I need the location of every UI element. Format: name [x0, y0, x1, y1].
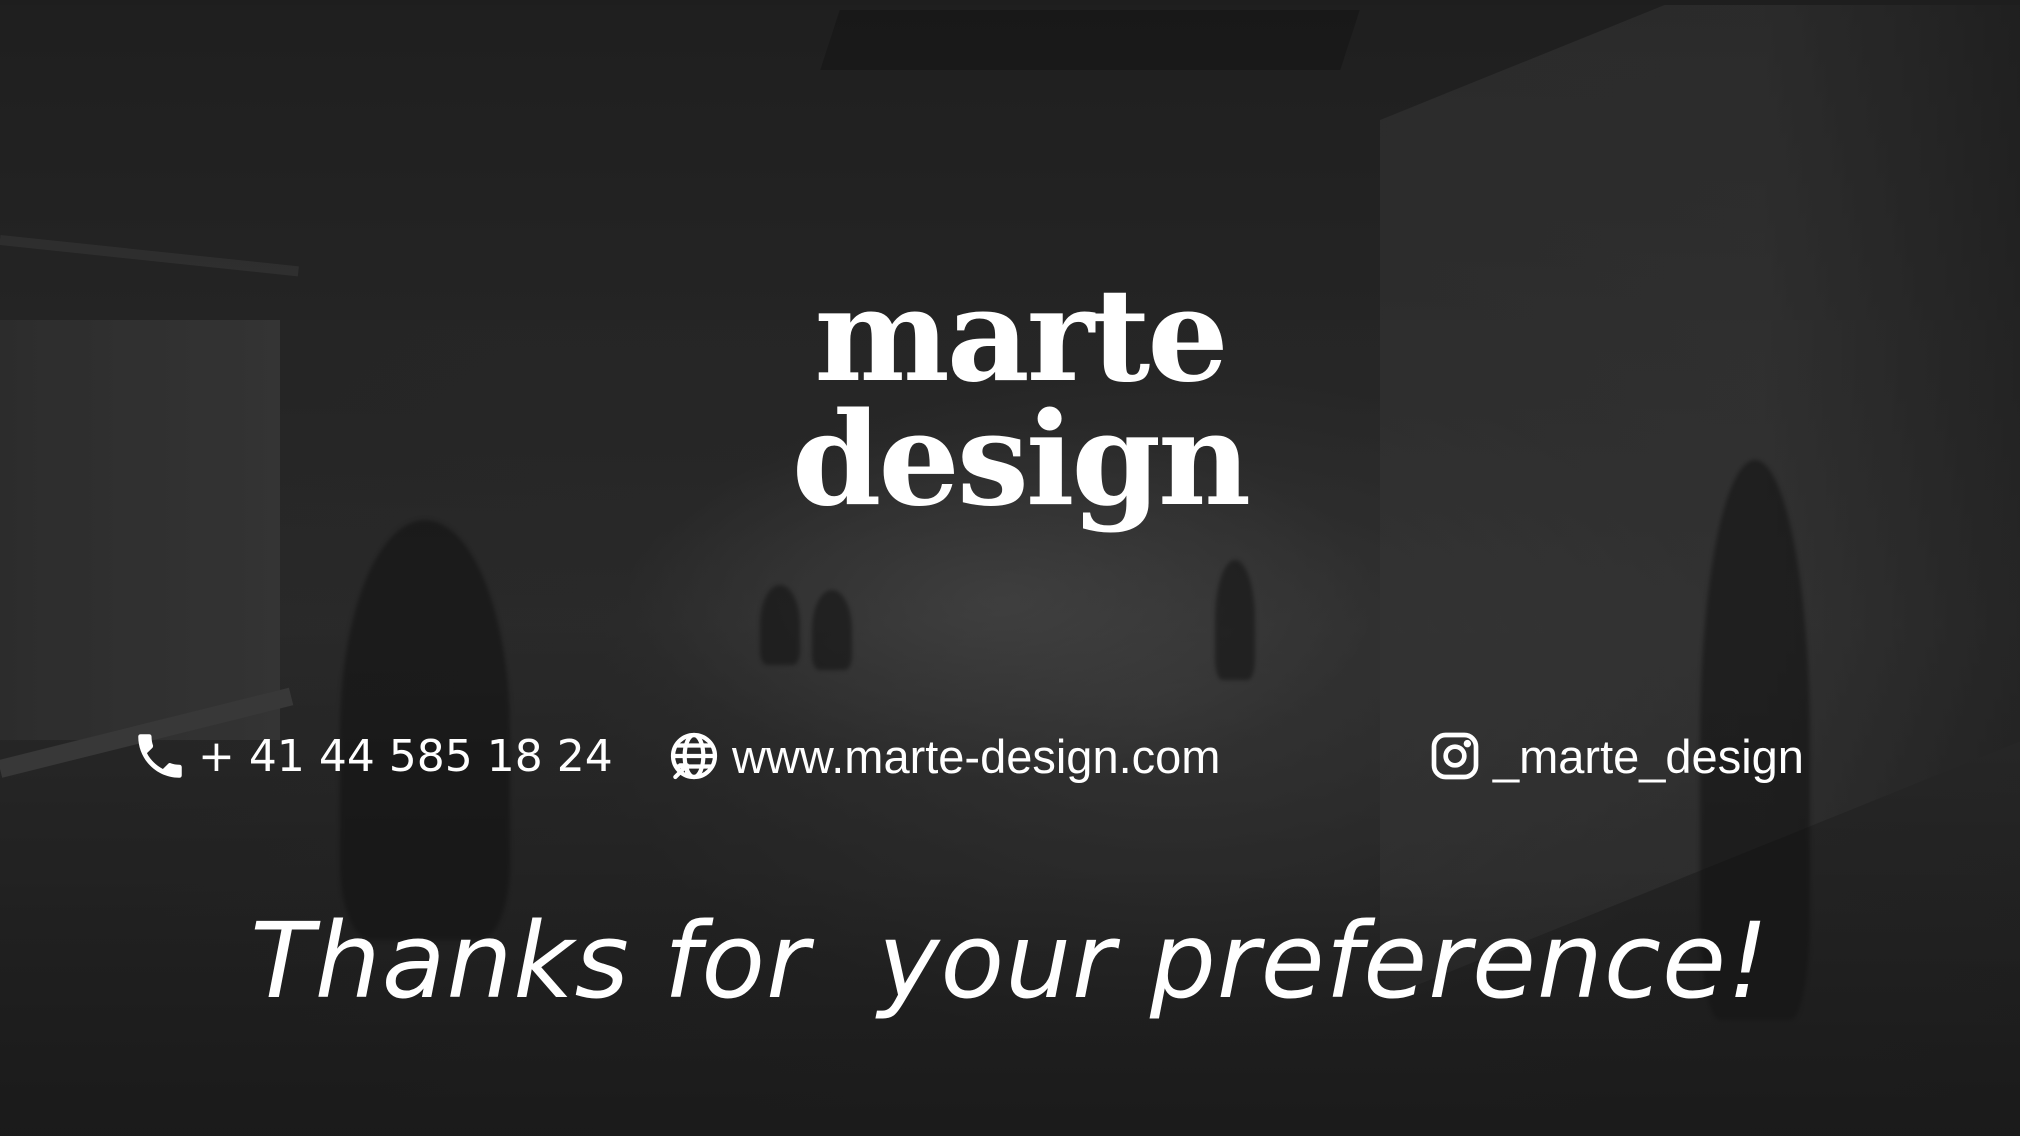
contact-row: + 41 44 585 18 24 www.marte-design.com _…	[0, 726, 2020, 786]
website-contact: www.marte-design.com	[664, 726, 1220, 786]
website-url: www.marte-design.com	[732, 729, 1221, 783]
instagram-icon	[1425, 726, 1485, 786]
instagram-handle: _marte_design	[1493, 729, 1804, 783]
phone-contact: + 41 44 585 18 24	[130, 726, 613, 786]
globe-icon	[664, 726, 724, 786]
thank-you-slide: marte design + 41 44 585 18 24 www.marte…	[0, 0, 2020, 1136]
phone-icon	[130, 726, 190, 786]
instagram-contact: _marte_design	[1425, 726, 1804, 786]
logo-line-2: design	[791, 385, 1251, 535]
top-edge	[0, 0, 2020, 5]
thanks-message: Thanks for your preference!	[250, 900, 1770, 1022]
logo-line-1: marte	[814, 261, 1228, 411]
brand-logo: marte design	[680, 272, 1360, 524]
phone-number: + 41 44 585 18 24	[198, 730, 613, 782]
